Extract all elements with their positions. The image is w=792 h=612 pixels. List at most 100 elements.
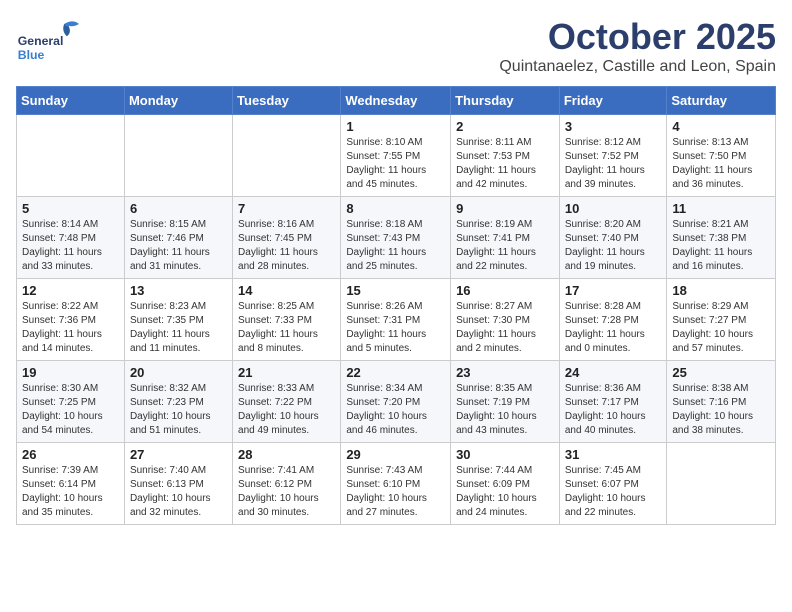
cell-info: Sunrise: 8:25 AM Sunset: 7:33 PM Dayligh… xyxy=(238,300,335,356)
day-number: 23 xyxy=(456,365,554,380)
column-header-thursday: Thursday xyxy=(451,87,560,115)
calendar-cell: 14 Sunrise: 8:25 AM Sunset: 7:33 PM Dayli… xyxy=(233,279,341,361)
day-number: 25 xyxy=(672,365,770,380)
calendar-cell: 22Sunrise: 8:34 AM Sunset: 7:20 PM Dayli… xyxy=(341,361,451,443)
calendar-cell: 8 Sunrise: 8:18 AM Sunset: 7:43 PM Daylig… xyxy=(341,197,451,279)
calendar-cell: 12 Sunrise: 8:22 AM Sunset: 7:36 PM Dayli… xyxy=(17,279,125,361)
calendar-cell: 13 Sunrise: 8:23 AM Sunset: 7:35 PM Dayli… xyxy=(124,279,232,361)
day-number: 18 xyxy=(672,283,770,298)
cell-info: Sunrise: 8:20 AM Sunset: 7:40 PM Dayligh… xyxy=(565,218,662,274)
calendar-cell: 20 Sunrise: 8:32 AM Sunset: 7:23 PM Dayli… xyxy=(124,361,232,443)
day-number: 21 xyxy=(238,365,335,380)
cell-info: Sunrise: 8:23 AM Sunset: 7:35 PM Dayligh… xyxy=(130,300,227,356)
cell-info: Sunrise: 8:22 AM Sunset: 7:36 PM Dayligh… xyxy=(22,300,119,356)
day-number: 20 xyxy=(130,365,227,380)
day-number: 7 xyxy=(238,201,335,216)
cell-info: Sunrise: 7:40 AM Sunset: 6:13 PM Dayligh… xyxy=(130,464,227,520)
cell-info: Sunrise: 8:36 AM Sunset: 7:17 PM Dayligh… xyxy=(565,382,662,438)
cell-info: Sunrise: 7:43 AM Sunset: 6:10 PM Dayligh… xyxy=(346,464,445,520)
calendar-cell: 15 Sunrise: 8:26 AM Sunset: 7:31 PM Dayli… xyxy=(341,279,451,361)
calendar-cell: 30 Sunrise: 7:44 AM Sunset: 6:09 PM Dayli… xyxy=(451,443,560,525)
cell-info: Sunrise: 8:28 AM Sunset: 7:28 PM Dayligh… xyxy=(565,300,662,356)
calendar-cell: 25Sunrise: 8:38 AM Sunset: 7:16 PM Dayli… xyxy=(667,361,776,443)
day-number: 16 xyxy=(456,283,554,298)
day-number: 14 xyxy=(238,283,335,298)
calendar-cell xyxy=(124,115,232,197)
calendar-cell: 31Sunrise: 7:45 AM Sunset: 6:07 PM Dayli… xyxy=(559,443,667,525)
page-header: General Blue October 2025 Quintanaelez, … xyxy=(16,16,776,76)
calendar-cell: 29 Sunrise: 7:43 AM Sunset: 6:10 PM Dayli… xyxy=(341,443,451,525)
day-number: 19 xyxy=(22,365,119,380)
cell-info: Sunrise: 8:35 AM Sunset: 7:19 PM Dayligh… xyxy=(456,382,554,438)
cell-info: Sunrise: 8:27 AM Sunset: 7:30 PM Dayligh… xyxy=(456,300,554,356)
column-header-saturday: Saturday xyxy=(667,87,776,115)
day-number: 30 xyxy=(456,447,554,462)
location-title: Quintanaelez, Castille and Leon, Spain xyxy=(499,58,776,76)
cell-info: Sunrise: 8:10 AM Sunset: 7:55 PM Dayligh… xyxy=(346,136,445,192)
column-header-wednesday: Wednesday xyxy=(341,87,451,115)
calendar-cell: 7 Sunrise: 8:16 AM Sunset: 7:45 PM Daylig… xyxy=(233,197,341,279)
day-number: 15 xyxy=(346,283,445,298)
calendar-cell: 5 Sunrise: 8:14 AM Sunset: 7:48 PM Daylig… xyxy=(17,197,125,279)
calendar-cell: 4 Sunrise: 8:13 AM Sunset: 7:50 PM Daylig… xyxy=(667,115,776,197)
day-number: 6 xyxy=(130,201,227,216)
calendar-week-3: 12 Sunrise: 8:22 AM Sunset: 7:36 PM Dayli… xyxy=(17,279,776,361)
day-number: 12 xyxy=(22,283,119,298)
calendar-cell xyxy=(667,443,776,525)
day-number: 22 xyxy=(346,365,445,380)
calendar-week-4: 19 Sunrise: 8:30 AM Sunset: 7:25 PM Dayli… xyxy=(17,361,776,443)
logo-svg: General Blue xyxy=(16,16,86,66)
calendar-week-2: 5 Sunrise: 8:14 AM Sunset: 7:48 PM Daylig… xyxy=(17,197,776,279)
day-number: 26 xyxy=(22,447,119,462)
calendar-table: SundayMondayTuesdayWednesdayThursdayFrid… xyxy=(16,86,776,525)
day-number: 13 xyxy=(130,283,227,298)
calendar-week-1: 1Sunrise: 8:10 AM Sunset: 7:55 PM Daylig… xyxy=(17,115,776,197)
month-title: October 2025 xyxy=(499,16,776,58)
cell-info: Sunrise: 7:45 AM Sunset: 6:07 PM Dayligh… xyxy=(565,464,662,520)
column-header-tuesday: Tuesday xyxy=(233,87,341,115)
day-number: 10 xyxy=(565,201,662,216)
calendar-header-row: SundayMondayTuesdayWednesdayThursdayFrid… xyxy=(17,87,776,115)
cell-info: Sunrise: 7:44 AM Sunset: 6:09 PM Dayligh… xyxy=(456,464,554,520)
calendar-cell: 26 Sunrise: 7:39 AM Sunset: 6:14 PM Dayli… xyxy=(17,443,125,525)
cell-info: Sunrise: 8:16 AM Sunset: 7:45 PM Dayligh… xyxy=(238,218,335,274)
calendar-cell: 17 Sunrise: 8:28 AM Sunset: 7:28 PM Dayli… xyxy=(559,279,667,361)
day-number: 28 xyxy=(238,447,335,462)
calendar-week-5: 26 Sunrise: 7:39 AM Sunset: 6:14 PM Dayli… xyxy=(17,443,776,525)
calendar-cell: 10 Sunrise: 8:20 AM Sunset: 7:40 PM Dayli… xyxy=(559,197,667,279)
day-number: 29 xyxy=(346,447,445,462)
day-number: 17 xyxy=(565,283,662,298)
logo: General Blue xyxy=(16,16,86,66)
calendar-cell xyxy=(17,115,125,197)
calendar-cell: 16 Sunrise: 8:27 AM Sunset: 7:30 PM Dayli… xyxy=(451,279,560,361)
calendar-cell: 19 Sunrise: 8:30 AM Sunset: 7:25 PM Dayli… xyxy=(17,361,125,443)
cell-info: Sunrise: 8:18 AM Sunset: 7:43 PM Dayligh… xyxy=(346,218,445,274)
cell-info: Sunrise: 8:26 AM Sunset: 7:31 PM Dayligh… xyxy=(346,300,445,356)
calendar-cell: 18 Sunrise: 8:29 AM Sunset: 7:27 PM Dayli… xyxy=(667,279,776,361)
column-header-friday: Friday xyxy=(559,87,667,115)
cell-info: Sunrise: 8:29 AM Sunset: 7:27 PM Dayligh… xyxy=(672,300,770,356)
day-number: 5 xyxy=(22,201,119,216)
calendar-cell: 23 Sunrise: 8:35 AM Sunset: 7:19 PM Dayli… xyxy=(451,361,560,443)
day-number: 27 xyxy=(130,447,227,462)
cell-info: Sunrise: 7:39 AM Sunset: 6:14 PM Dayligh… xyxy=(22,464,119,520)
cell-info: Sunrise: 7:41 AM Sunset: 6:12 PM Dayligh… xyxy=(238,464,335,520)
column-header-monday: Monday xyxy=(124,87,232,115)
day-number: 9 xyxy=(456,201,554,216)
day-number: 24 xyxy=(565,365,662,380)
cell-info: Sunrise: 8:32 AM Sunset: 7:23 PM Dayligh… xyxy=(130,382,227,438)
day-number: 4 xyxy=(672,119,770,134)
cell-info: Sunrise: 8:14 AM Sunset: 7:48 PM Dayligh… xyxy=(22,218,119,274)
title-block: October 2025 Quintanaelez, Castille and … xyxy=(499,16,776,76)
cell-info: Sunrise: 8:13 AM Sunset: 7:50 PM Dayligh… xyxy=(672,136,770,192)
column-header-sunday: Sunday xyxy=(17,87,125,115)
calendar-cell xyxy=(233,115,341,197)
day-number: 8 xyxy=(346,201,445,216)
svg-text:Blue: Blue xyxy=(18,48,45,62)
calendar-cell: 27 Sunrise: 7:40 AM Sunset: 6:13 PM Dayli… xyxy=(124,443,232,525)
cell-info: Sunrise: 8:11 AM Sunset: 7:53 PM Dayligh… xyxy=(456,136,554,192)
cell-info: Sunrise: 8:30 AM Sunset: 7:25 PM Dayligh… xyxy=(22,382,119,438)
cell-info: Sunrise: 8:21 AM Sunset: 7:38 PM Dayligh… xyxy=(672,218,770,274)
calendar-cell: 21Sunrise: 8:33 AM Sunset: 7:22 PM Dayli… xyxy=(233,361,341,443)
cell-info: Sunrise: 8:12 AM Sunset: 7:52 PM Dayligh… xyxy=(565,136,662,192)
